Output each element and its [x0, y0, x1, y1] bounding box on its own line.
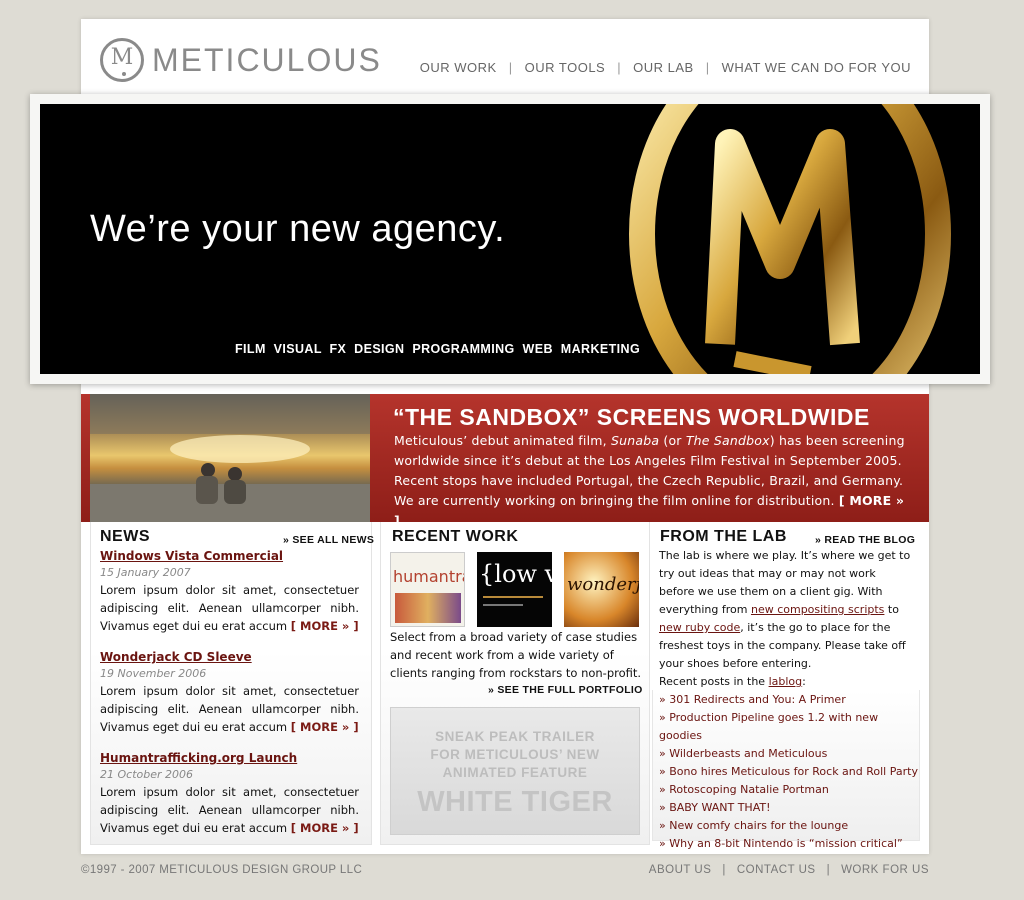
ruby-code-link[interactable]: new ruby code — [659, 621, 740, 634]
footer-nav: ABOUT US | CONTACT US | WORK FOR US — [649, 864, 929, 876]
news-item-date: 19 November 2006 — [100, 667, 207, 680]
feature-body: Meticulous’ debut animated film, Sunaba … — [394, 433, 905, 528]
lab-post-link[interactable]: Why an 8-bit Nintendo is “mission critic… — [659, 835, 919, 853]
gold-logo-art-icon — [629, 104, 951, 374]
top-nav: OUR WORK | OUR TOOLS | OUR LAB | WHAT WE… — [420, 60, 911, 75]
lab-post-link[interactable]: Bono hires Meticulous for Rock and Roll … — [659, 763, 919, 781]
recent-work-text: Select from a broad variety of case stud… — [390, 630, 642, 680]
news-item-title[interactable]: Windows Vista Commercial — [100, 549, 359, 563]
lab-post-link[interactable]: Production Pipeline goes 1.2 with new go… — [659, 709, 919, 745]
footer-separator: | — [722, 864, 726, 876]
lab-post-link[interactable]: Wilderbeasts and Meticulous — [659, 745, 919, 763]
news-item-date: 21 October 2006 — [100, 768, 194, 781]
news-item-body: Lorem ipsum dolor sit amet, consectetuer… — [100, 684, 359, 734]
nav-separator: | — [617, 60, 622, 75]
news-item-body: Lorem ipsum dolor sit amet, consectetuer… — [100, 583, 359, 633]
lab-post-link[interactable]: Rotoscoping Natalie Portman — [659, 781, 919, 799]
nav-what-we-can-do[interactable]: WHAT WE CAN DO FOR YOU — [722, 60, 911, 75]
footer-separator: | — [826, 864, 831, 876]
recent-posts-label: Recent posts in the lablog: — [659, 675, 806, 688]
work-thumb-humantrafficking[interactable]: humantraffi — [390, 552, 465, 627]
work-thumb-wonderjack[interactable]: wonderja — [564, 552, 639, 627]
promo-line: ANIMATED FEATURE — [442, 765, 588, 780]
feature-title: “THE SANDBOX” SCREENS WORLDWIDE — [393, 404, 870, 430]
compositing-scripts-link[interactable]: new compositing scripts — [751, 603, 884, 616]
news-item-title[interactable]: Humantrafficking.org Launch — [100, 751, 359, 765]
news-item-title[interactable]: Wonderjack CD Sleeve — [100, 650, 359, 664]
hero-banner: We’re your new agency. FILM VISUAL FX DE… — [40, 104, 980, 374]
promo-title: WHITE TIGER — [417, 786, 613, 818]
hero-headline: We’re your new agency. — [90, 208, 506, 250]
news-heading: NEWS — [100, 528, 150, 545]
logo[interactable]: M METICULOUS — [100, 36, 382, 84]
lab-intro: The lab is where we play. It’s where we … — [659, 549, 911, 670]
nav-separator: | — [705, 60, 710, 75]
full-portfolio-link[interactable]: » SEE THE FULL PORTFOLIO — [488, 684, 643, 696]
lablog-link[interactable]: lablog — [769, 675, 803, 688]
work-thumb-low[interactable]: {low v — [477, 552, 552, 627]
news-more-link[interactable]: [ MORE » ] — [291, 821, 359, 835]
nav-our-tools[interactable]: OUR TOOLS — [525, 60, 606, 75]
news-more-link[interactable]: [ MORE » ] — [291, 619, 359, 633]
news-item-body: Lorem ipsum dolor sit amet, consectetuer… — [100, 785, 359, 835]
promo-line: FOR METICULOUS’ NEW — [430, 747, 600, 762]
white-tiger-promo[interactable]: SNEAK PEAK TRAILER FOR METICULOUS’ NEW A… — [390, 707, 640, 835]
read-blog-link[interactable]: » READ THE BLOG — [815, 534, 915, 546]
news-item: Windows Vista Commercial 15 January 2007… — [100, 549, 359, 635]
nav-our-work[interactable]: OUR WORK — [420, 60, 497, 75]
hero-frame: We’re your new agency. FILM VISUAL FX DE… — [30, 94, 990, 384]
news-more-link[interactable]: [ MORE » ] — [291, 720, 359, 734]
recent-work-heading: RECENT WORK — [392, 528, 519, 545]
footer-contact-us[interactable]: CONTACT US — [737, 864, 816, 876]
lab-post-link[interactable]: BABY WANT THAT! — [659, 799, 919, 817]
nav-separator: | — [508, 60, 513, 75]
footer-work-for-us[interactable]: WORK FOR US — [841, 864, 929, 876]
lab-post-link[interactable]: 301 Redirects and You: A Primer — [659, 691, 919, 709]
logo-text: METICULOUS — [152, 41, 382, 78]
news-item: Humantrafficking.org Launch 21 October 2… — [100, 751, 359, 837]
feature-banner: “THE SANDBOX” SCREENS WORLDWIDE Meticulo… — [81, 394, 929, 528]
lab-posts-list: 301 Redirects and You: A Primer Producti… — [659, 691, 919, 853]
lab-post-link[interactable]: New comfy chairs for the lounge — [659, 817, 919, 835]
news-item-date: 15 January 2007 — [100, 566, 191, 579]
copyright: ©1997 - 2007 METICULOUS DESIGN GROUP LLC — [81, 864, 363, 876]
see-all-news-link[interactable]: » SEE ALL NEWS — [283, 534, 374, 546]
sandbox-still-image[interactable] — [90, 394, 370, 522]
promo-line: SNEAK PEAK TRAILER — [435, 729, 595, 744]
nav-our-lab[interactable]: OUR LAB — [633, 60, 694, 75]
logo-mark-icon: M — [100, 38, 144, 82]
news-item: Wonderjack CD Sleeve 19 November 2006 Lo… — [100, 650, 359, 736]
from-the-lab-heading: FROM THE LAB — [660, 528, 787, 545]
footer-about-us[interactable]: ABOUT US — [649, 864, 712, 876]
